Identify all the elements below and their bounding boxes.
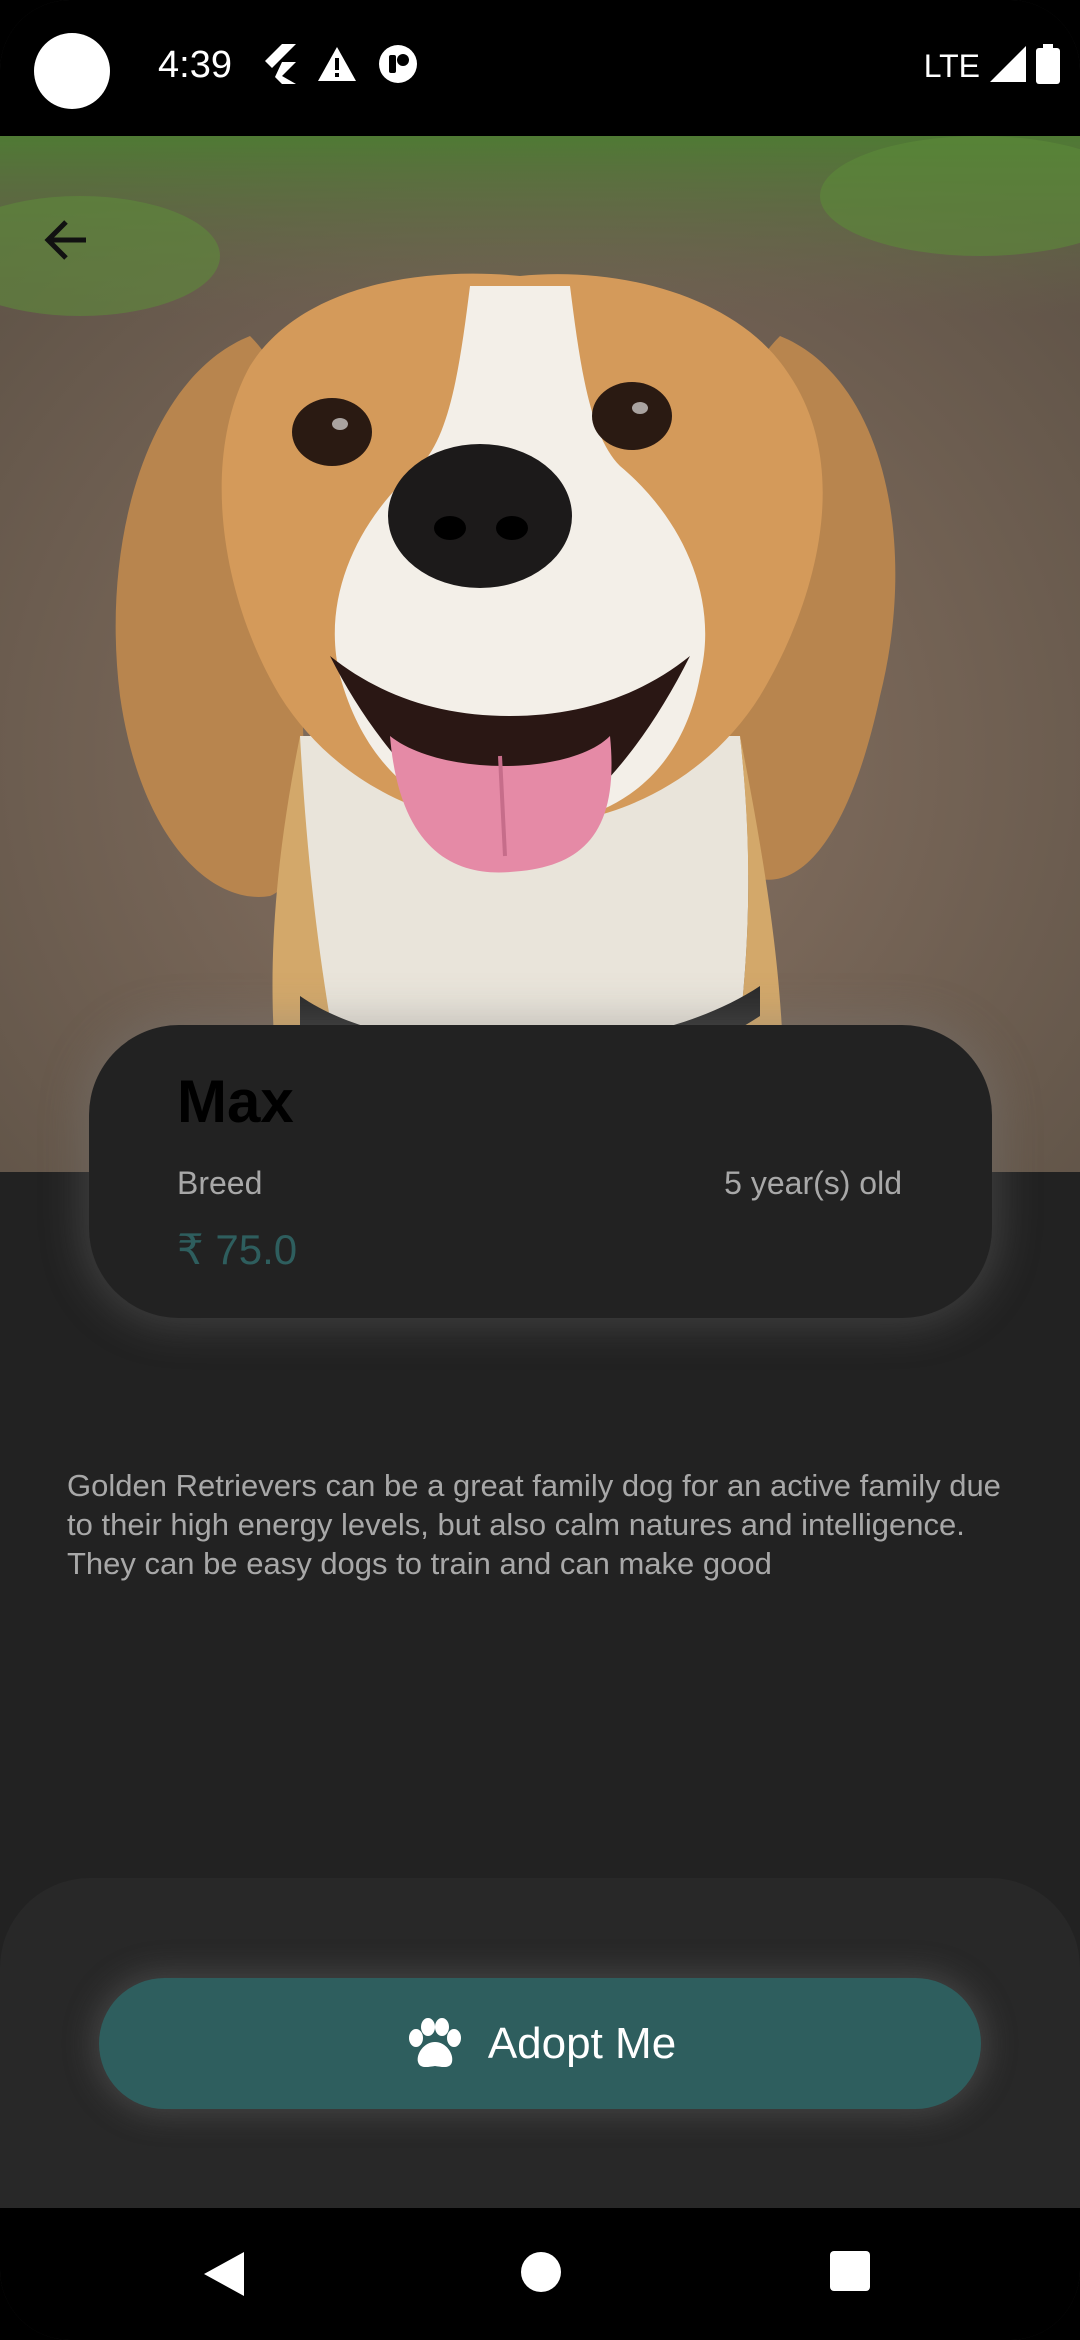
pet-age: 5 year(s) old: [724, 1165, 902, 1201]
flutter-icon: [262, 44, 296, 84]
status-bar: 4:39 LTE: [0, 0, 1080, 136]
signal-icon: [990, 46, 1026, 87]
nav-back-button[interactable]: [202, 2250, 246, 2303]
battery-icon: [1036, 44, 1060, 89]
pet-name: Max: [177, 1068, 294, 1135]
status-notification-icons: [262, 44, 418, 84]
nav-recents-icon: [830, 2251, 870, 2291]
paw-icon: [408, 2017, 461, 2067]
beagle-dog-photo: [0, 136, 1080, 1172]
nav-home-button[interactable]: [519, 2250, 563, 2299]
nav-recents-button[interactable]: [829, 2250, 871, 2297]
notification-app-icon: [378, 44, 418, 84]
pet-price: ₹ 75.0: [177, 1226, 298, 1273]
nav-back-icon: [204, 2252, 244, 2296]
adopt-me-label: Adopt Me: [487, 2018, 677, 2068]
pet-info-card: Max Breed 5 year(s) old ₹ 75.0: [89, 1025, 992, 1318]
system-nav-bar: [0, 2208, 1080, 2340]
back-button[interactable]: [36, 210, 96, 270]
pet-photo: [0, 136, 1080, 1172]
status-system-icons: LTE: [924, 44, 1060, 89]
pet-breed: Breed: [177, 1165, 263, 1201]
nav-home-icon: [521, 2252, 561, 2292]
status-time: 4:39: [158, 44, 232, 86]
pet-description: Golden Retrievers can be a great family …: [67, 1468, 1001, 1581]
arrow-left-icon: [44, 220, 86, 260]
app-screen: 4:39 LTE Max Breed 5 year(s) old ₹ 75.0 …: [0, 0, 1080, 2340]
warning-icon: [318, 47, 356, 81]
camera-cutout: [34, 33, 110, 109]
adopt-me-button[interactable]: Adopt Me: [99, 1978, 981, 2109]
network-type: LTE: [923, 48, 980, 84]
